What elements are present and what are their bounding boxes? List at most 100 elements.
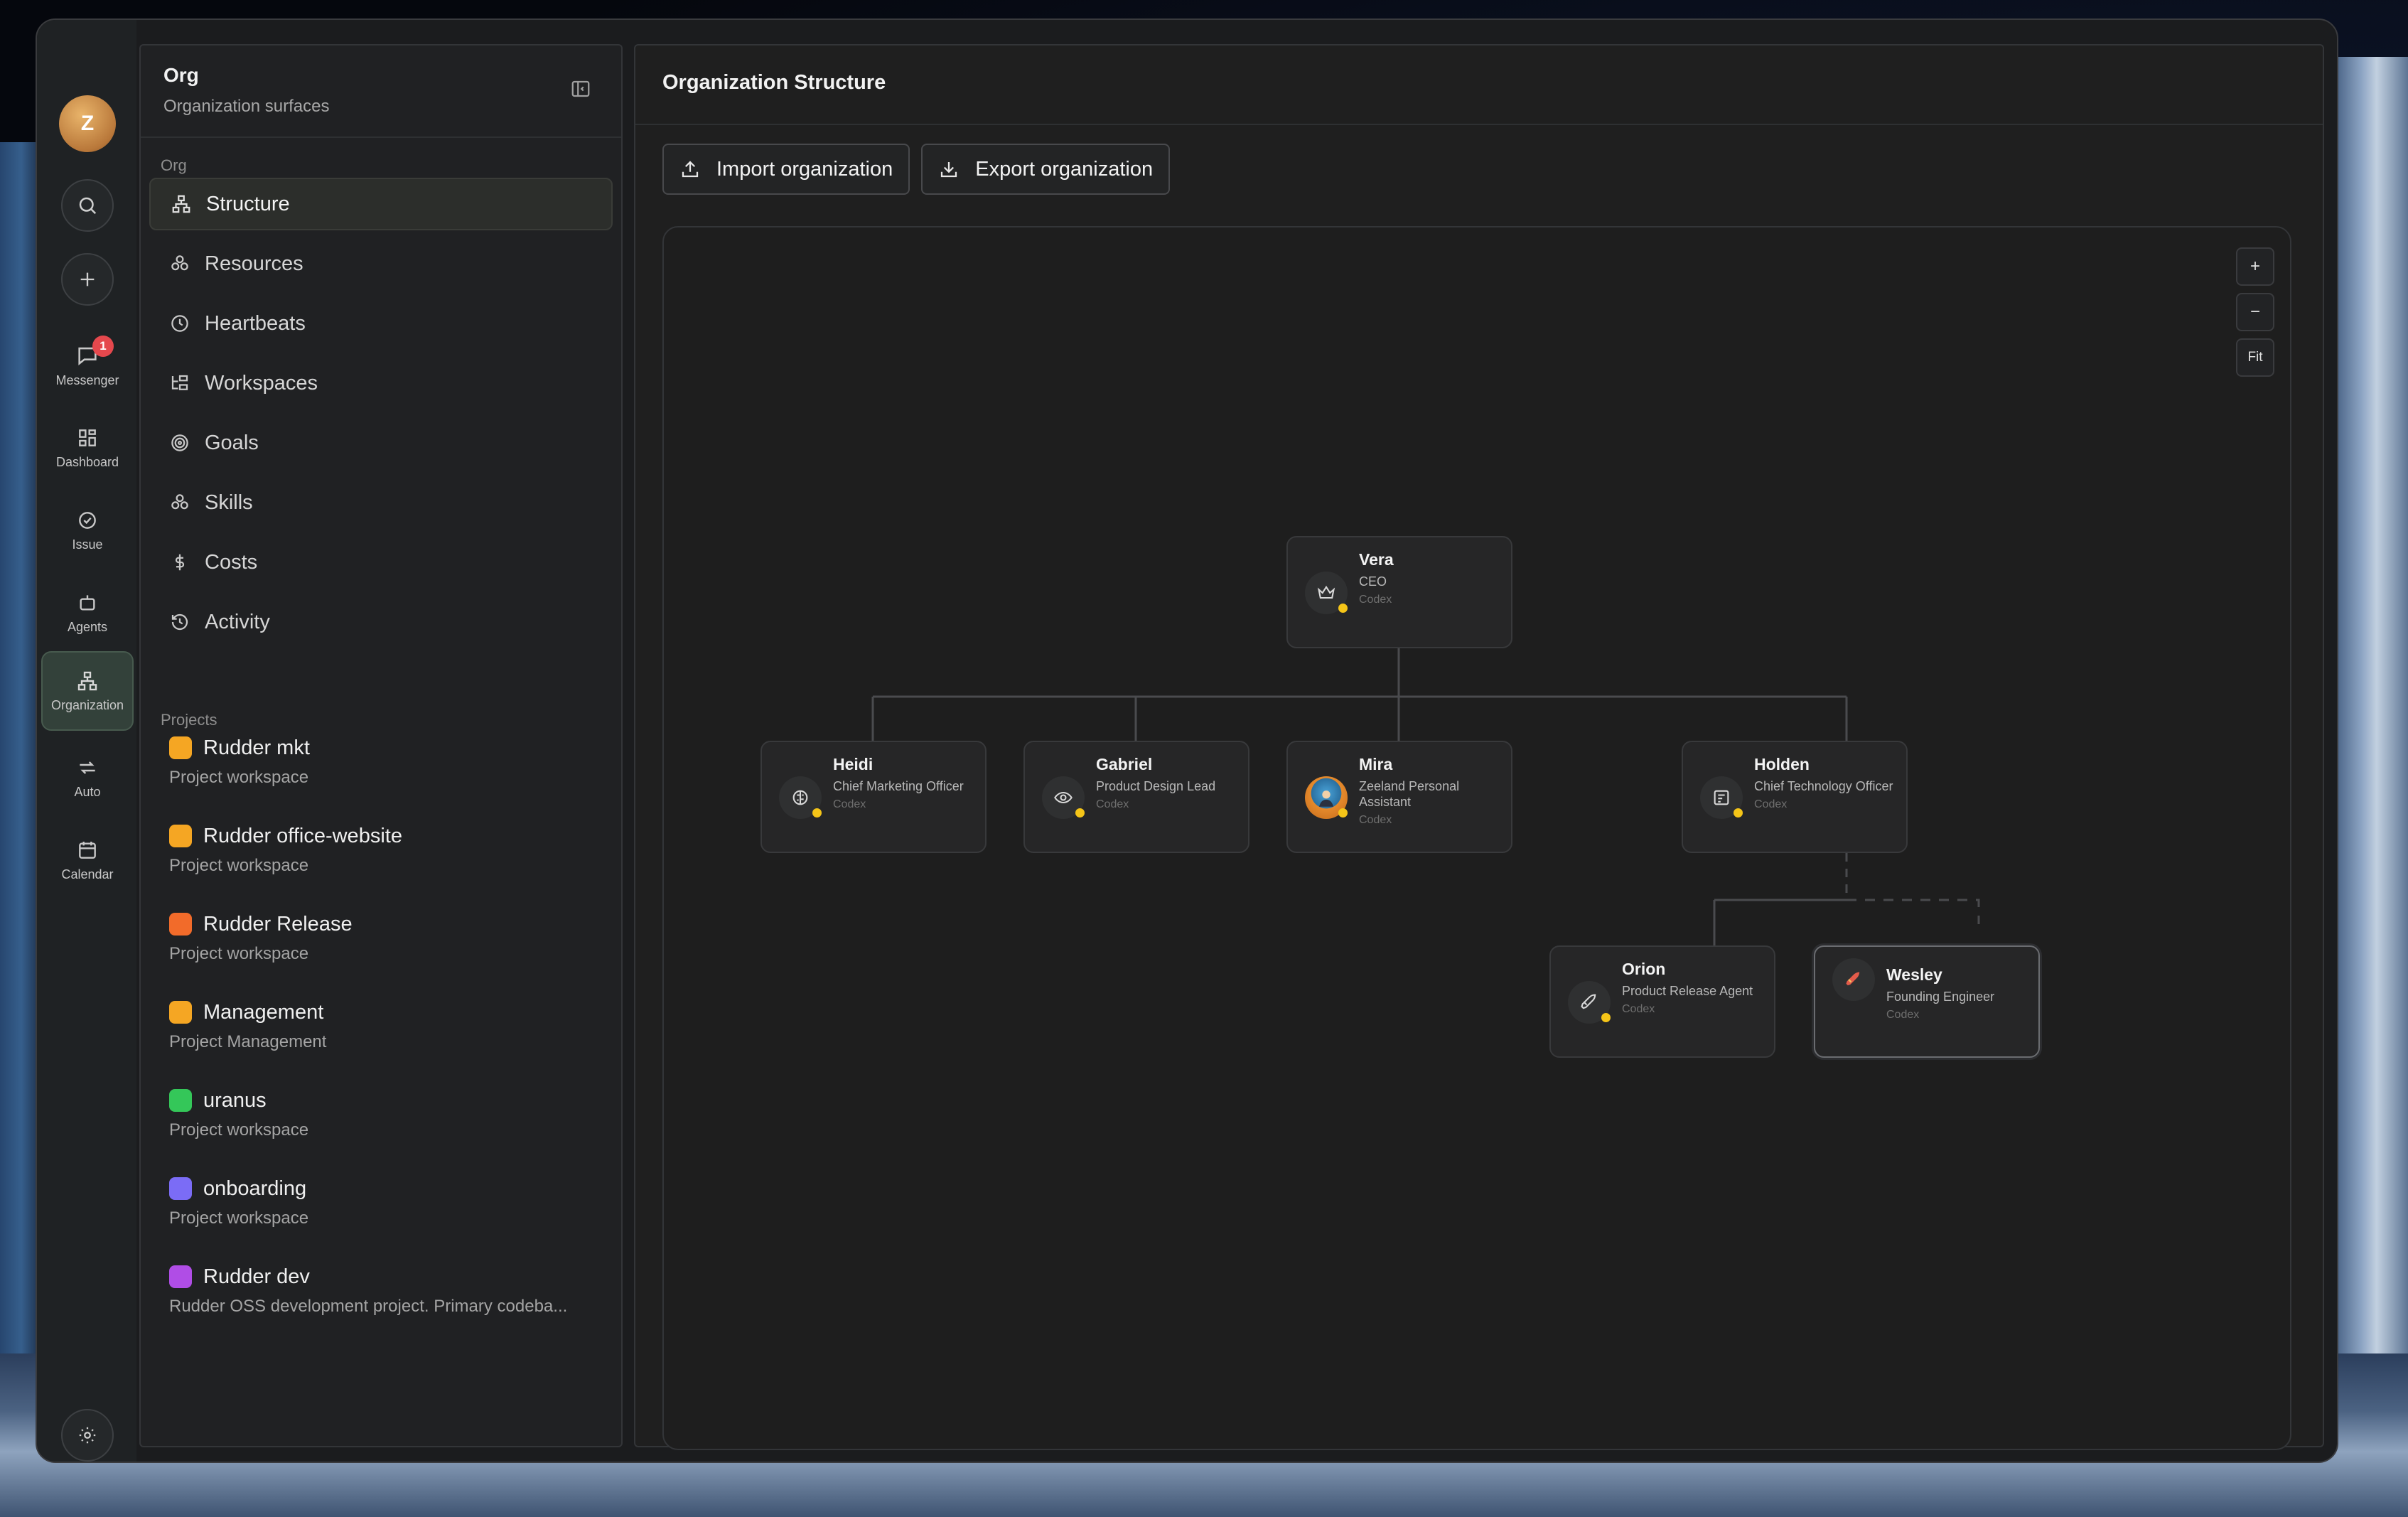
node-runtime: Codex	[1622, 1003, 1655, 1015]
project-name: uranus	[203, 1088, 267, 1112]
node-icon-wrap	[1832, 958, 1875, 1001]
rail-messenger-label: Messenger	[55, 372, 119, 387]
nav-label: Heartbeats	[205, 311, 306, 335]
rail-calendar[interactable]: Calendar	[41, 820, 134, 900]
node-runtime: Codex	[1096, 798, 1129, 810]
org-node-orion[interactable]: Orion Product Release Agent Codex	[1549, 945, 1775, 1058]
project-name: Management	[203, 1000, 324, 1024]
org-chart-canvas[interactable]: + − Fit Vera CEO Codex Heidi Chief Marke…	[662, 226, 2291, 1450]
org-node-gabriel[interactable]: Gabriel Product Design Lead Codex	[1023, 741, 1249, 853]
create-button[interactable]	[61, 253, 114, 306]
project-color-swatch	[169, 1089, 192, 1112]
user-avatar[interactable]: Z	[59, 95, 116, 152]
node-icon-wrap	[1568, 981, 1611, 1024]
nav-workspaces[interactable]: Workspaces	[149, 357, 613, 409]
rail-organization-label: Organization	[50, 697, 124, 712]
org-node-mira[interactable]: Mira Zeeland Personal Assistant Codex	[1286, 741, 1512, 853]
rail-issue[interactable]: Issue	[41, 491, 134, 570]
project-color-swatch	[169, 736, 192, 759]
node-name: Wesley	[1886, 965, 1942, 984]
nav-resources[interactable]: Resources	[149, 237, 613, 290]
node-role: Founding Engineer	[1886, 990, 1995, 1004]
boxes-icon	[171, 255, 188, 271]
calendar-icon	[79, 841, 96, 859]
rail-agents[interactable]: Agents	[41, 573, 134, 653]
nav-goals[interactable]: Goals	[149, 417, 613, 469]
project-subtitle: Project workspace	[169, 1208, 309, 1228]
project-name: Rudder mkt	[203, 736, 310, 759]
code-window-icon	[1714, 790, 1729, 805]
project-item[interactable]: uranus Project workspace	[141, 1085, 621, 1173]
org-chart-icon	[172, 195, 190, 213]
search-button[interactable]	[61, 179, 114, 232]
project-item[interactable]: Rudder office-website Project workspace	[141, 820, 621, 908]
rail-organization[interactable]: Organization	[41, 651, 134, 731]
settings-button[interactable]	[61, 1409, 114, 1462]
org-node-holden[interactable]: Holden Chief Technology Officer Codex	[1682, 741, 1908, 853]
download-icon	[941, 162, 957, 178]
rocket-icon	[1846, 972, 1860, 986]
org-node-heidi[interactable]: Heidi Chief Marketing Officer Codex	[760, 741, 987, 853]
wallpaper-right	[2330, 57, 2408, 1517]
rail-auto-label: Auto	[74, 784, 101, 799]
nav-label: Structure	[206, 192, 290, 215]
rail-messenger[interactable]: Messenger 1	[41, 326, 134, 405]
rail-dashboard[interactable]: Dashboard	[41, 408, 134, 488]
project-name: onboarding	[203, 1176, 307, 1200]
avatar-letter: Z	[80, 112, 95, 135]
export-label: Export organization	[975, 157, 1154, 181]
node-icon-wrap	[1700, 776, 1743, 819]
status-dot	[1338, 604, 1348, 613]
nav-label: Costs	[205, 550, 258, 574]
nav-activity[interactable]: Activity	[149, 596, 613, 648]
check-circle-icon	[79, 511, 96, 529]
messenger-badge: 1	[92, 336, 114, 357]
import-label: Import organization	[716, 157, 893, 181]
project-item[interactable]: Rudder Release Project workspace	[141, 908, 621, 997]
project-item[interactable]: onboarding Project workspace	[141, 1173, 621, 1261]
nav-heartbeats[interactable]: Heartbeats	[149, 297, 613, 350]
status-dot	[812, 808, 822, 818]
node-role: Chief Technology Officer	[1754, 779, 1893, 793]
nav-label: Resources	[205, 252, 303, 275]
node-role: Product Design Lead	[1096, 779, 1216, 793]
project-subtitle: Project workspace	[169, 856, 309, 875]
rail-auto[interactable]: Auto	[41, 738, 134, 818]
target-icon	[171, 434, 188, 451]
node-runtime: Codex	[1359, 814, 1392, 826]
status-dot	[1601, 1013, 1611, 1022]
node-runtime: Codex	[1754, 798, 1788, 810]
org-sidebar: Org Organization surfaces Org Structure …	[139, 44, 623, 1447]
eye-icon	[1054, 791, 1073, 804]
repeat-icon	[80, 761, 95, 774]
project-item[interactable]: Rudder mkt Project workspace	[141, 732, 621, 820]
nav-label: Activity	[205, 610, 270, 633]
avatar-image-icon	[1319, 790, 1333, 807]
plus-icon	[80, 272, 95, 286]
node-name: Mira	[1359, 755, 1393, 773]
project-item[interactable]: Management Project Management	[141, 997, 621, 1085]
nav-structure[interactable]: Structure	[149, 178, 613, 230]
project-list: Rudder mkt Project workspace Rudder offi…	[141, 732, 621, 1349]
export-organization-button[interactable]: Export organization	[921, 144, 1171, 195]
project-subtitle: Project workspace	[169, 768, 309, 787]
project-color-swatch	[169, 825, 192, 847]
node-name: Heidi	[833, 755, 874, 773]
tree-icon	[171, 375, 188, 390]
nav-costs[interactable]: Costs	[149, 536, 613, 589]
sidebar-title: Org	[163, 64, 199, 86]
node-runtime: Codex	[1359, 594, 1392, 606]
robot-icon	[80, 594, 95, 611]
project-subtitle: Project Management	[169, 1032, 327, 1051]
nav-skills[interactable]: Skills	[149, 476, 613, 529]
status-dot	[1075, 808, 1085, 818]
status-dot	[1734, 808, 1743, 818]
upload-icon	[682, 161, 699, 178]
project-item[interactable]: Rudder dev Rudder OSS development projec…	[141, 1261, 621, 1349]
collapse-sidebar-icon[interactable]	[570, 78, 591, 100]
gear-icon	[79, 1427, 96, 1444]
org-node-wesley[interactable]: Wesley Founding Engineer Codex	[1814, 945, 2040, 1058]
org-node-vera[interactable]: Vera CEO Codex	[1286, 536, 1512, 648]
import-organization-button[interactable]: Import organization	[662, 144, 910, 195]
project-subtitle: Project workspace	[169, 1120, 309, 1140]
